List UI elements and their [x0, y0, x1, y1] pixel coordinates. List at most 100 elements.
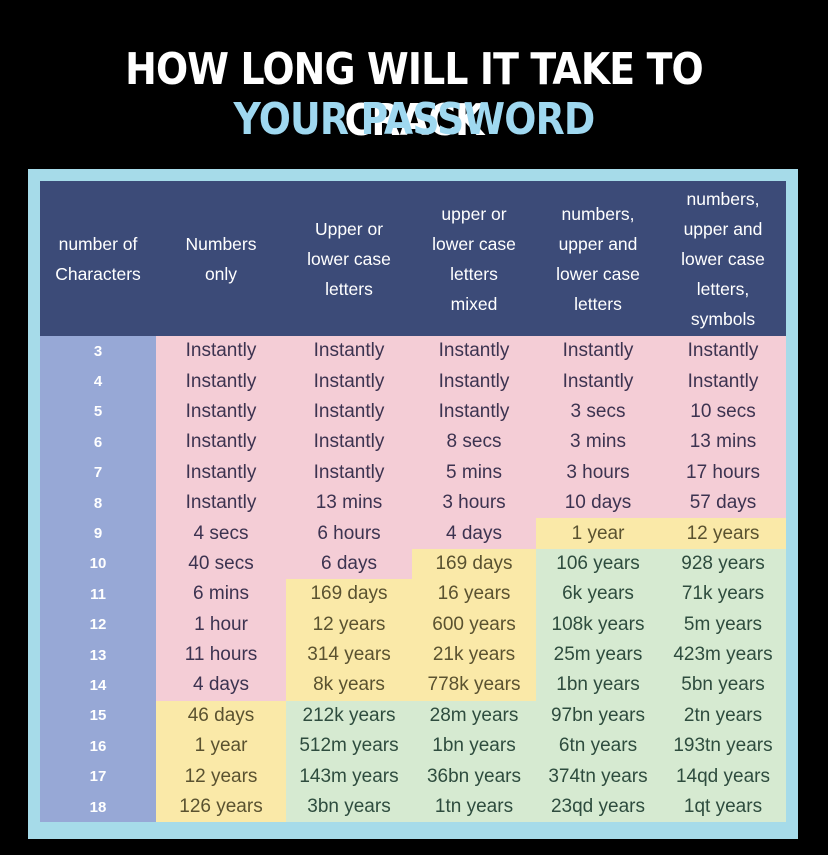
crack-time-cell: 25m years [536, 639, 660, 671]
header-letters-mixed: upper or lower case letters mixed [412, 181, 536, 336]
crack-time-cell: 12 years [286, 609, 412, 640]
crack-time-cell: 1qt years [660, 791, 786, 823]
header-numbers-letters-symbols: numbers, upper and lower case letters, s… [660, 181, 786, 336]
crack-time-cell: 6k years [536, 579, 660, 610]
crack-time-cell: Instantly [412, 336, 536, 367]
crack-time-cell: 12 years [660, 518, 786, 549]
crack-time-cell: Instantly [536, 336, 660, 367]
crack-time-cell: 778k years [412, 670, 536, 701]
crack-time-cell: Instantly [536, 366, 660, 397]
crack-time-cell: 46 days [156, 700, 286, 732]
crack-time-cell: 600 years [412, 609, 536, 640]
crack-time-cell: Instantly [156, 366, 286, 397]
crack-time-cell: Instantly [286, 427, 412, 458]
row-character-count: 11 [40, 579, 156, 610]
crack-time-cell: 374tn years [536, 761, 660, 792]
crack-time-cell: 10 secs [660, 396, 786, 428]
crack-time-cell: 16 years [412, 579, 536, 610]
crack-time-cell: 4 days [156, 670, 286, 701]
crack-time-cell: 71k years [660, 579, 786, 610]
title-line-2: YOUR PASSWORD [233, 94, 596, 145]
crack-time-cell: 1bn years [536, 670, 660, 701]
crack-time-cell: 28m years [412, 700, 536, 732]
crack-time-cell: 126 years [156, 791, 286, 823]
crack-time-cell: 169 days [412, 548, 536, 580]
crack-time-cell: 57 days [660, 487, 786, 519]
crack-time-cell: Instantly [286, 366, 412, 397]
crack-time-cell: 10 days [536, 487, 660, 519]
crack-time-cell: Instantly [156, 487, 286, 519]
crack-time-cell: 12 years [156, 761, 286, 792]
row-character-count: 4 [40, 366, 156, 397]
crack-time-cell: 5bn years [660, 670, 786, 701]
crack-time-cell: 3bn years [286, 791, 412, 823]
crack-time-cell: 21k years [412, 639, 536, 671]
crack-time-cell: 314 years [286, 639, 412, 671]
row-character-count: 7 [40, 457, 156, 488]
header-letters: Upper or lower case letters [286, 181, 412, 336]
crack-time-cell: 3 hours [536, 457, 660, 488]
crack-time-cell: 5 mins [412, 457, 536, 488]
crack-time-cell: Instantly [156, 457, 286, 488]
crack-time-cell: 14qd years [660, 761, 786, 792]
row-character-count: 17 [40, 761, 156, 792]
crack-time-cell: 6 hours [286, 518, 412, 549]
crack-time-cell: 106 years [536, 548, 660, 580]
crack-time-cell: Instantly [286, 396, 412, 428]
crack-time-cell: Instantly [156, 336, 286, 367]
row-character-count: 6 [40, 427, 156, 458]
row-character-count: 10 [40, 548, 156, 580]
row-character-count: 16 [40, 731, 156, 762]
crack-time-cell: 8 secs [412, 427, 536, 458]
row-character-count: 5 [40, 396, 156, 428]
crack-time-cell: 212k years [286, 700, 412, 732]
table-frame: number of Characters Numbers only Upper or… [28, 169, 798, 839]
header-number-of-characters: number of Characters [40, 181, 156, 336]
crack-time-cell: Instantly [660, 366, 786, 397]
crack-time-cell: 1 hour [156, 609, 286, 640]
crack-time-cell: 6tn years [536, 731, 660, 762]
crack-time-cell: Instantly [156, 427, 286, 458]
crack-time-cell: 512m years [286, 731, 412, 762]
crack-time-cell: Instantly [286, 457, 412, 488]
crack-time-cell: 40 secs [156, 548, 286, 580]
crack-time-cell: 423m years [660, 639, 786, 671]
crack-time-cell: 17 hours [660, 457, 786, 488]
crack-time-cell: 6 days [286, 548, 412, 580]
crack-time-cell: 23qd years [536, 791, 660, 823]
crack-time-cell: 5m years [660, 609, 786, 640]
crack-time-table: number of Characters Numbers only Upper or… [40, 181, 786, 827]
crack-time-cell: Instantly [286, 336, 412, 367]
row-character-count: 3 [40, 336, 156, 367]
crack-time-cell: 13 mins [286, 487, 412, 519]
crack-time-cell: 11 hours [156, 639, 286, 671]
crack-time-cell: 928 years [660, 548, 786, 580]
crack-time-cell: Instantly [412, 366, 536, 397]
page: HOW LONG WILL IT TAKE TO CRACK YOUR PASS… [0, 0, 828, 855]
crack-time-cell: 1 year [156, 731, 286, 762]
row-character-count: 14 [40, 670, 156, 701]
row-character-count: 12 [40, 609, 156, 640]
crack-time-cell: 3 secs [536, 396, 660, 428]
crack-time-cell: Instantly [412, 396, 536, 428]
crack-time-cell: 3 hours [412, 487, 536, 519]
crack-time-cell: 13 mins [660, 427, 786, 458]
crack-time-cell: 1 year [536, 518, 660, 549]
crack-time-cell: 1bn years [412, 731, 536, 762]
row-character-count: 15 [40, 700, 156, 732]
header-numbers-letters: numbers, upper and lower case letters [536, 181, 660, 336]
crack-time-cell: 108k years [536, 609, 660, 640]
crack-time-cell: 8k years [286, 670, 412, 701]
row-character-count: 18 [40, 791, 156, 823]
row-character-count: 8 [40, 487, 156, 519]
crack-time-cell: 4 secs [156, 518, 286, 549]
crack-time-cell: 193tn years [660, 731, 786, 762]
crack-time-cell: 2tn years [660, 700, 786, 732]
crack-time-cell: 6 mins [156, 579, 286, 610]
crack-time-cell: 36bn years [412, 761, 536, 792]
crack-time-cell: 4 days [412, 518, 536, 549]
header-numbers-only: Numbers only [156, 181, 286, 336]
crack-time-cell: 143m years [286, 761, 412, 792]
crack-time-cell: 169 days [286, 579, 412, 610]
crack-time-cell: 3 mins [536, 427, 660, 458]
